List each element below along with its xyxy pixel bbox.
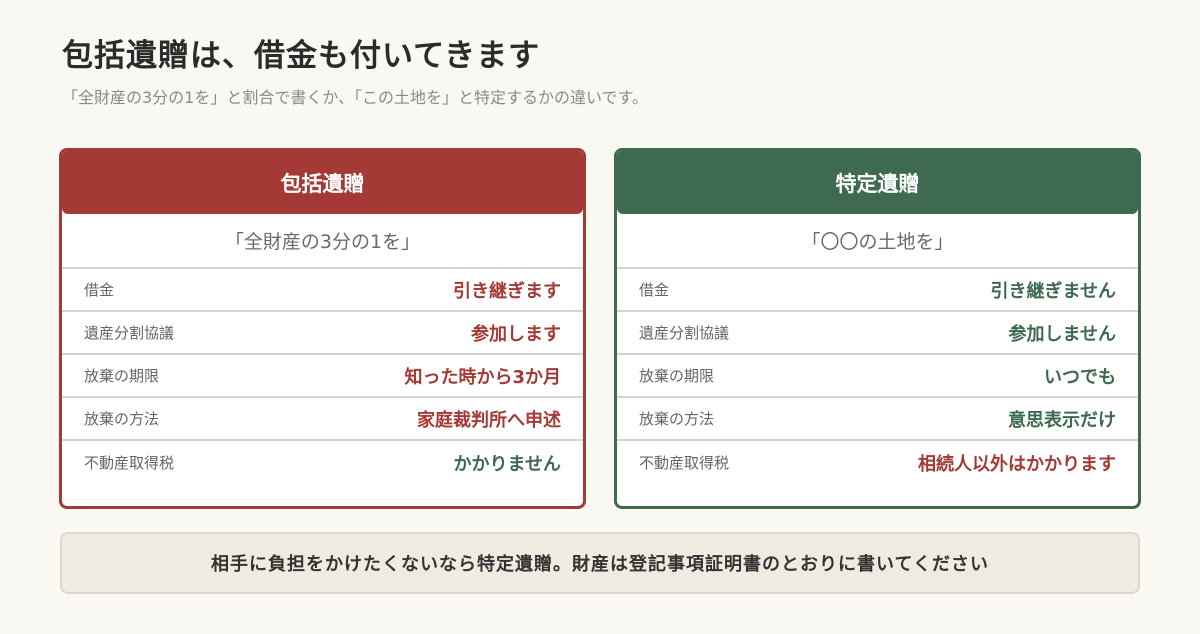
row-label: 遺産分割協議	[84, 324, 175, 342]
row-label: 放棄の期限	[639, 367, 715, 385]
row-value: いつでも	[1044, 366, 1116, 388]
summary-note: 相手に負担をかけたくないなら特定遺贈。財産は登記事項証明書のとおりに書いてくださ…	[60, 532, 1140, 594]
table-row: 不動産取得税 相続人以外はかかります	[617, 441, 1138, 484]
row-value: かかりません	[453, 453, 561, 475]
page-subtitle: 「全財産の3分の1を」と割合で書くか、「この土地を」と特定するかの違いです。	[62, 88, 648, 107]
table-row: 放棄の方法 意思表示だけ	[617, 398, 1138, 441]
row-value: 参加しません	[1008, 323, 1116, 345]
table-row: 借金 引き継ぎません	[617, 269, 1138, 312]
row-label: 遺産分割協議	[639, 324, 730, 342]
table-row: 放棄の期限 いつでも	[617, 355, 1138, 398]
row-value: 知った時から3か月	[404, 366, 561, 388]
row-value: 引き継ぎます	[453, 280, 561, 302]
row-value: 意思表示だけ	[1008, 409, 1116, 431]
specific-bequest-card: 特定遺贈 「〇〇の土地を」 借金 引き継ぎません 遺産分割協議 参加しません 放…	[614, 148, 1141, 509]
card-example: 「〇〇の土地を」	[617, 214, 1138, 269]
table-row: 放棄の期限 知った時から3か月	[62, 355, 583, 398]
card-heading: 特定遺贈	[617, 151, 1138, 214]
row-value: 参加します	[471, 323, 561, 345]
row-label: 放棄の期限	[84, 367, 160, 385]
row-label: 借金	[84, 281, 115, 299]
table-row: 遺産分割協議 参加しません	[617, 312, 1138, 355]
row-label: 借金	[639, 281, 670, 299]
row-value: 相続人以外はかかります	[918, 453, 1116, 475]
row-label: 不動産取得税	[84, 454, 175, 472]
table-row: 遺産分割協議 参加します	[62, 312, 583, 355]
row-value: 家庭裁判所へ申述	[417, 409, 561, 431]
table-row: 放棄の方法 家庭裁判所へ申述	[62, 398, 583, 441]
table-row: 不動産取得税 かかりません	[62, 441, 583, 484]
table-row: 借金 引き継ぎます	[62, 269, 583, 312]
card-example: 「全財産の3分の1を」	[62, 214, 583, 269]
row-label: 放棄の方法	[639, 410, 715, 428]
row-label: 放棄の方法	[84, 410, 160, 428]
row-value: 引き継ぎません	[990, 280, 1116, 302]
comprehensive-bequest-card: 包括遺贈 「全財産の3分の1を」 借金 引き継ぎます 遺産分割協議 参加します …	[59, 148, 586, 509]
row-label: 不動産取得税	[639, 454, 730, 472]
page-title: 包括遺贈は、借金も付いてきます	[62, 38, 541, 74]
card-heading: 包括遺贈	[62, 151, 583, 214]
